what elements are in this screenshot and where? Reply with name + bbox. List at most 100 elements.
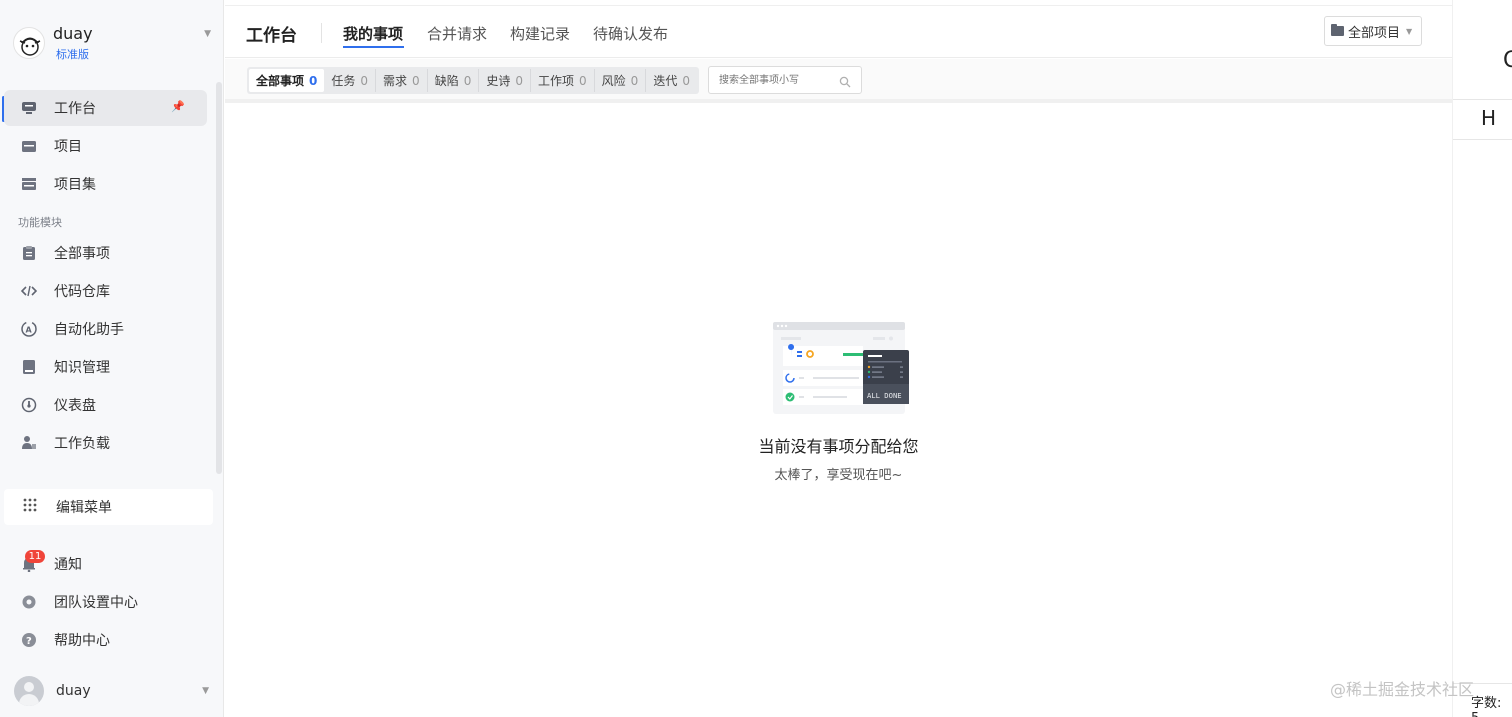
filter-count: 0 bbox=[360, 73, 369, 88]
empty-state: ALL DONE 当前没有事项分配给您 太棒了，享受现在吧~ bbox=[225, 107, 1452, 717]
sidebar-item-workbench[interactable]: 工作台 📌 bbox=[4, 90, 207, 126]
divider bbox=[1453, 139, 1512, 140]
illustration-text: ALL DONE bbox=[867, 391, 902, 400]
word-count: 字数: 5 bbox=[1471, 696, 1502, 717]
filter-risk[interactable]: 风险 0 bbox=[595, 69, 647, 92]
empty-state-subtitle: 太棒了，享受现在吧~ bbox=[774, 468, 903, 483]
sidebar-item-label: 项目集 bbox=[54, 177, 96, 193]
sidebar: duay 标准版 ▼ 工作台 📌 项目 项目集 功能模块 全部事项 代码仓库 A… bbox=[0, 0, 224, 717]
active-tab-indicator bbox=[343, 46, 404, 48]
filter-count: 0 bbox=[463, 73, 472, 88]
filter-label: 需求 bbox=[383, 74, 408, 88]
sidebar-item-label: 通知 bbox=[54, 557, 82, 573]
filter-label: 工作项 bbox=[538, 74, 575, 88]
page-title: 工作台 bbox=[246, 26, 297, 46]
sidebar-item-label: 仪表盘 bbox=[54, 398, 96, 414]
panel-letter-c: C bbox=[1503, 48, 1512, 73]
filter-all[interactable]: 全部事项 0 bbox=[249, 69, 325, 92]
sidebar-item-label: 工作台 bbox=[54, 101, 96, 117]
filter-bug[interactable]: 缺陷 0 bbox=[428, 69, 480, 92]
filter-count: 0 bbox=[515, 73, 523, 88]
sidebar-item-label: 团队设置中心 bbox=[54, 595, 138, 611]
filter-label: 风险 bbox=[601, 74, 626, 88]
sidebar-item-team-settings[interactable]: 团队设置中心 bbox=[4, 584, 207, 620]
filter-count: 0 bbox=[309, 73, 318, 88]
automation-icon: A bbox=[20, 320, 38, 338]
gear-icon bbox=[20, 593, 38, 611]
chevron-down-icon: ▼ bbox=[202, 686, 209, 696]
project-select[interactable]: 全部项目 ▼ bbox=[1324, 16, 1422, 46]
grid-icon bbox=[22, 497, 38, 517]
svg-text:A: A bbox=[26, 326, 33, 335]
chevron-down-icon: ▼ bbox=[1406, 26, 1413, 36]
filter-count: 0 bbox=[630, 73, 639, 88]
filter-label: 全部事项 bbox=[256, 74, 305, 88]
sidebar-item-all-issues[interactable]: 全部事项 bbox=[4, 235, 207, 271]
filter-task[interactable]: 任务 0 bbox=[324, 69, 377, 92]
tab-merge-requests[interactable]: 合并请求 bbox=[427, 23, 487, 44]
workload-icon bbox=[20, 434, 38, 452]
sidebar-item-label: 自动化助手 bbox=[54, 322, 124, 338]
issue-type-filter: 全部事项 0 任务 0 需求 0 缺陷 0 史诗 0 工作项 0 风险 0 迭代 0 bbox=[247, 67, 699, 94]
code-icon bbox=[20, 282, 38, 300]
sidebar-item-help[interactable]: ? 帮助中心 bbox=[4, 622, 207, 658]
right-side-panel: C H 字数: 5 bbox=[1452, 0, 1512, 717]
workspace-logo bbox=[13, 27, 45, 59]
heading-button[interactable]: H bbox=[1481, 106, 1496, 130]
filter-iteration[interactable]: 迭代 0 bbox=[646, 69, 697, 92]
watermark: @稀土掘金技术社区 bbox=[1330, 680, 1475, 699]
sidebar-item-dashboard[interactable]: 仪表盘 bbox=[4, 387, 207, 423]
filter-count: 0 bbox=[579, 73, 587, 88]
sidebar-item-label: 全部事项 bbox=[54, 246, 110, 262]
filter-label: 任务 bbox=[331, 74, 356, 88]
main-content: 工作台 我的事项 合并请求 构建记录 待确认发布 全部项目 ▼ 全部事项 0 任务… bbox=[225, 0, 1452, 717]
sidebar-item-automation[interactable]: A 自动化助手 bbox=[4, 311, 207, 347]
workspace-name: duay bbox=[53, 24, 93, 43]
divider bbox=[1453, 99, 1512, 100]
section-label: 功能模块 bbox=[18, 216, 62, 229]
user-menu[interactable]: duay ▼ bbox=[14, 674, 209, 708]
all-done-illustration: ALL DONE bbox=[773, 322, 911, 420]
tab-pending-release[interactable]: 待确认发布 bbox=[593, 23, 668, 44]
filter-requirement[interactable]: 需求 0 bbox=[376, 69, 428, 92]
sidebar-item-code-repo[interactable]: 代码仓库 bbox=[4, 273, 207, 309]
book-icon bbox=[20, 358, 38, 376]
help-icon: ? bbox=[20, 631, 38, 649]
sidebar-item-projects[interactable]: 项目 bbox=[4, 128, 207, 164]
folder-icon bbox=[1331, 24, 1344, 36]
project-select-value: 全部项目 bbox=[1348, 25, 1401, 41]
edit-menu-button[interactable]: 编辑菜单 bbox=[4, 489, 213, 525]
edit-menu-label: 编辑菜单 bbox=[56, 500, 112, 516]
workspace-switcher[interactable]: duay 标准版 ▼ bbox=[13, 24, 213, 64]
sidebar-item-workload[interactable]: 工作负载 bbox=[4, 425, 207, 461]
tab-build-records[interactable]: 构建记录 bbox=[510, 23, 570, 44]
workspace-edition: 标准版 bbox=[56, 48, 89, 61]
filter-label: 史诗 bbox=[486, 74, 511, 88]
filter-label: 迭代 bbox=[653, 74, 678, 88]
sidebar-item-label: 知识管理 bbox=[54, 360, 110, 376]
workbench-icon bbox=[20, 99, 38, 117]
filter-label: 缺陷 bbox=[434, 74, 459, 88]
clipboard-icon bbox=[20, 244, 38, 262]
sidebar-item-label: 工作负载 bbox=[54, 436, 110, 452]
divider bbox=[321, 23, 322, 43]
svg-text:?: ? bbox=[26, 636, 32, 647]
filter-epic[interactable]: 史诗 0 bbox=[479, 69, 531, 92]
sidebar-item-project-sets[interactable]: 项目集 bbox=[4, 166, 207, 202]
user-name: duay bbox=[56, 683, 91, 699]
sidebar-item-knowledge[interactable]: 知识管理 bbox=[4, 349, 207, 385]
filter-count: 0 bbox=[682, 73, 690, 88]
avatar bbox=[14, 676, 44, 706]
pin-icon[interactable]: 📌 bbox=[171, 100, 185, 113]
sidebar-scrollbar[interactable] bbox=[216, 82, 222, 474]
page-header: 工作台 我的事项 合并请求 构建记录 待确认发布 全部项目 ▼ bbox=[225, 6, 1452, 58]
filter-bar: 全部事项 0 任务 0 需求 0 缺陷 0 史诗 0 工作项 0 风险 0 迭代 0 bbox=[225, 59, 1452, 103]
sidebar-item-label: 帮助中心 bbox=[54, 633, 110, 649]
tab-my-issues[interactable]: 我的事项 bbox=[343, 23, 403, 44]
filter-work-item[interactable]: 工作项 0 bbox=[531, 69, 595, 92]
sidebar-item-label: 代码仓库 bbox=[54, 284, 110, 300]
empty-state-title: 当前没有事项分配给您 bbox=[758, 437, 919, 456]
gauge-icon bbox=[20, 396, 38, 414]
sidebar-item-label: 项目 bbox=[54, 139, 82, 155]
search-icon[interactable] bbox=[839, 73, 851, 88]
